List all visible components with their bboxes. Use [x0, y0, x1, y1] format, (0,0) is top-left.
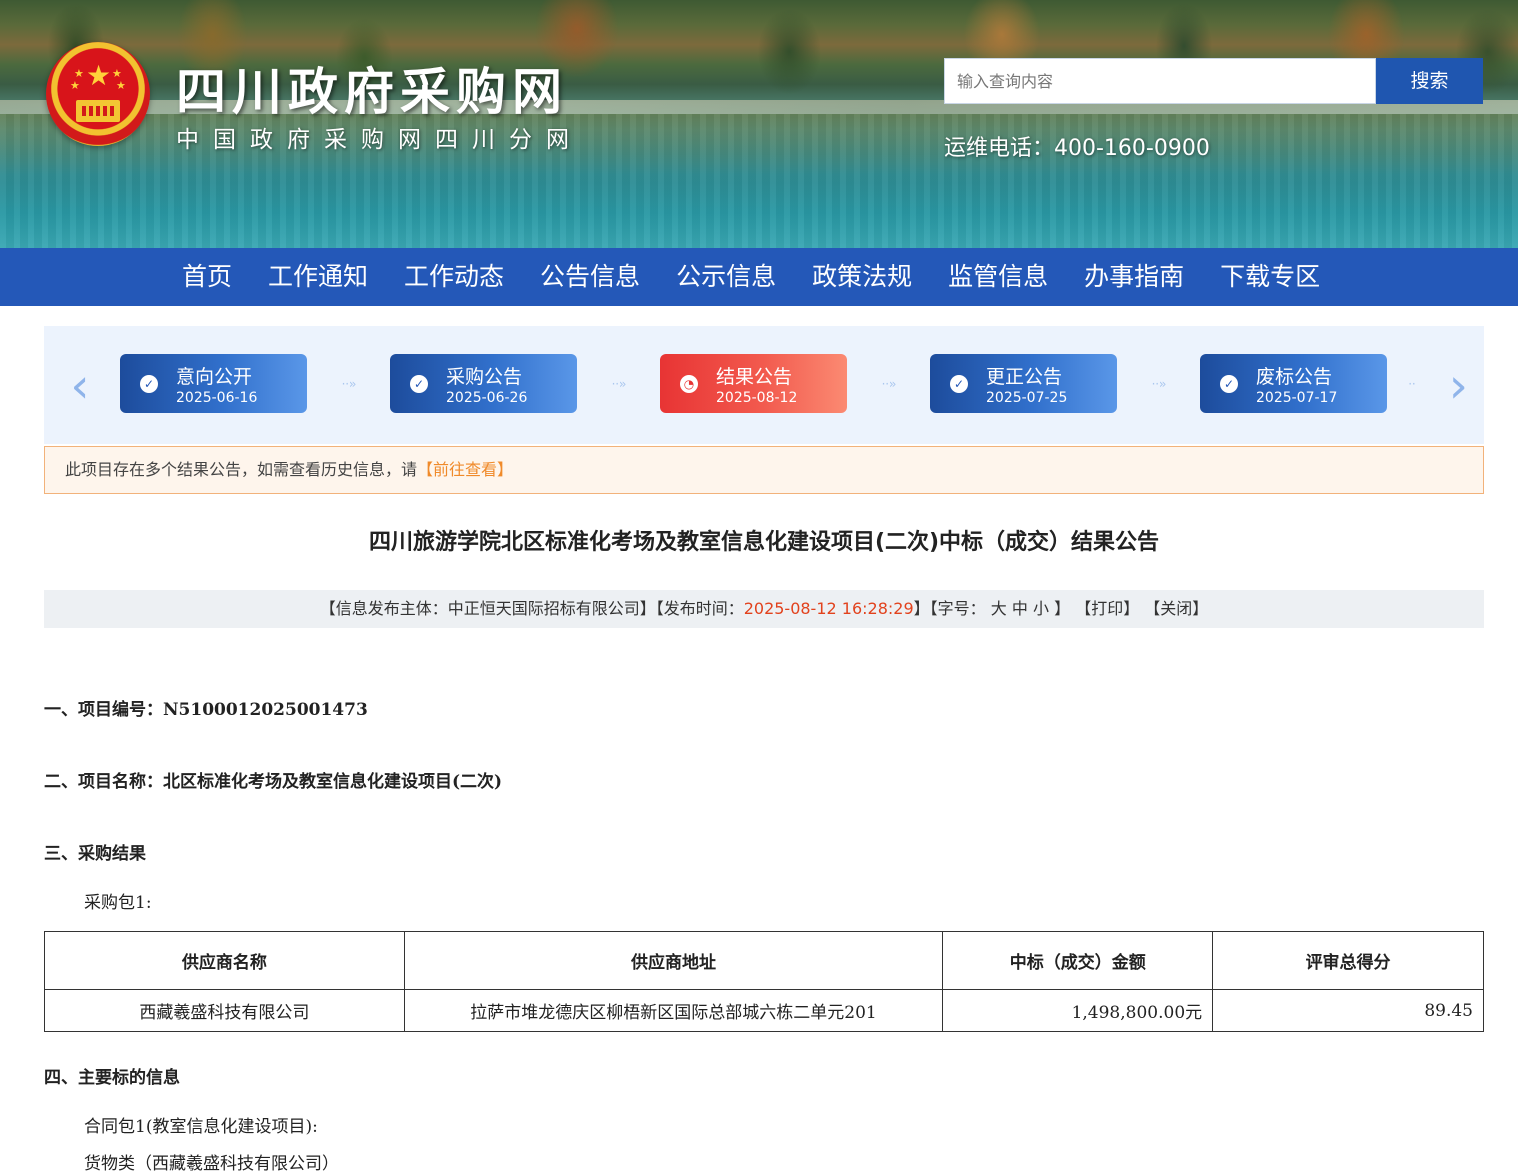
chevron-right-icon[interactable]: › [1428, 356, 1468, 416]
font-size-large-button[interactable]: 大 [991, 599, 1007, 618]
double-chevron-icon: · · ›› [881, 377, 897, 391]
nav-item-policies[interactable]: 政策法规 [794, 248, 930, 306]
step-title: 更正公告 [986, 366, 1063, 388]
site-subtitle: 中国政府采购网四川分网 [176, 127, 583, 153]
hotline-text: 运维电话：400-160-0900 [944, 136, 1210, 161]
step-date: 2025-06-26 [446, 390, 528, 406]
national-emblem-icon: ★ ★ ★ ★ ★ [46, 42, 150, 146]
step-date: 2025-06-16 [176, 390, 258, 406]
supplier-address-cell: 拉萨市堆龙德庆区柳梧新区国际总部城六栋二单元201 [403, 989, 944, 1032]
notice-text: 此项目存在多个结果公告，如需查看历史信息，请 [65, 460, 418, 479]
font-size-small-button[interactable]: 小 [1033, 599, 1049, 618]
dotted-connector-icon: · · [1408, 377, 1415, 391]
main-nav: 首页 工作通知 工作动态 公告信息 公示信息 政策法规 监管信息 办事指南 下载… [0, 248, 1518, 306]
step-date: 2025-07-17 [1256, 390, 1338, 406]
view-history-link[interactable]: 【前往查看】 [417, 460, 513, 479]
publish-time: 2025-08-12 16:28:29 [743, 599, 914, 618]
nav-item-downloads[interactable]: 下载专区 [1202, 248, 1338, 306]
emblem-star-icon: ★ [74, 67, 84, 80]
emblem-star-icon: ★ [112, 67, 122, 80]
result-table: 供应商名称 供应商地址 中标（成交）金额 评审总得分 西藏羲盛科技有限公司 拉萨… [44, 931, 1484, 1032]
double-chevron-icon: · · ›› [1151, 377, 1167, 391]
double-chevron-icon: · · ›› [341, 377, 357, 391]
column-header: 供应商地址 [403, 931, 944, 990]
step-correction-announcement[interactable]: ✓ 更正公告 2025-07-25 [930, 354, 1117, 413]
step-title: 废标公告 [1256, 366, 1333, 388]
score-cell: 89.45 [1212, 989, 1484, 1032]
step-title: 意向公开 [176, 366, 253, 388]
search-input[interactable] [944, 58, 1376, 104]
check-circle-icon: ✓ [1220, 375, 1238, 393]
table-header-row: 供应商名称 供应商地址 中标（成交）金额 评审总得分 [44, 931, 1484, 990]
publisher-info: 【信息发布主体：中正恒天国际招标有限公司】【发布时间： [319, 599, 744, 618]
section-project-name: 二、项目名称：北区标准化考场及教室信息化建设项目(二次) [44, 772, 503, 792]
emblem-star-icon: ★ [70, 79, 80, 92]
nav-item-guide[interactable]: 办事指南 [1066, 248, 1202, 306]
print-button[interactable]: 【打印】 [1075, 599, 1139, 618]
goods-category-label: 货物类（西藏羲盛科技有限公司） [84, 1154, 339, 1173]
column-header: 供应商名称 [44, 931, 405, 990]
nav-item-work-notice[interactable]: 工作通知 [250, 248, 386, 306]
site-title[interactable]: 四川政府采购网 [176, 52, 568, 124]
font-size-medium-button[interactable]: 中 [1012, 599, 1028, 618]
history-notice: 此项目存在多个结果公告，如需查看历史信息，请【前往查看】 [44, 446, 1484, 494]
check-circle-icon: ✓ [410, 375, 428, 393]
font-size-suffix: 】 [1054, 599, 1071, 618]
bid-amount-cell: 1,498,800.00元 [942, 989, 1214, 1032]
clock-icon: ◔ [680, 375, 698, 393]
step-title: 采购公告 [446, 366, 523, 388]
nav-item-supervision[interactable]: 监管信息 [930, 248, 1066, 306]
contract-package-label: 合同包1(教室信息化建设项目): [84, 1117, 318, 1137]
close-button[interactable]: 【关闭】 [1144, 599, 1208, 618]
nav-item-home[interactable]: 首页 [164, 248, 250, 306]
emblem-star-icon: ★ [86, 59, 112, 92]
nav-item-work-news[interactable]: 工作动态 [386, 248, 522, 306]
nav-item-announcements[interactable]: 公告信息 [522, 248, 658, 306]
table-row: 西藏羲盛科技有限公司 拉萨市堆龙德庆区柳梧新区国际总部城六栋二单元201 1,4… [44, 989, 1484, 1032]
step-intent-disclosure[interactable]: ✓ 意向公开 2025-06-16 [120, 354, 307, 413]
step-cancellation-announcement[interactable]: ✓ 废标公告 2025-07-17 [1200, 354, 1387, 413]
header-banner: ★ ★ ★ ★ ★ 四川政府采购网 中国政府采购网四川分网 搜索 运维电话：40… [0, 0, 1518, 248]
process-steps: ‹ ✓ 意向公开 2025-06-16 · · ›› ✓ 采购公告 2025-0… [44, 326, 1484, 444]
check-circle-icon: ✓ [140, 375, 158, 393]
double-chevron-icon: · · ›› [611, 377, 627, 391]
emblem-gate-icon [76, 100, 120, 122]
emblem-star-icon: ★ [116, 79, 126, 92]
column-header: 中标（成交）金额 [942, 931, 1214, 990]
check-circle-icon: ✓ [950, 375, 968, 393]
step-date: 2025-07-25 [986, 390, 1068, 406]
search-button[interactable]: 搜索 [1376, 58, 1483, 104]
column-header: 评审总得分 [1212, 931, 1484, 990]
font-size-label: 】【字号： [913, 599, 986, 618]
article-meta-bar: 【信息发布主体：中正恒天国际招标有限公司】【发布时间：2025-08-12 16… [44, 590, 1484, 628]
section-project-number: 一、项目编号：N5100012025001473 [44, 700, 368, 720]
page-title: 四川旅游学院北区标准化考场及教室信息化建设项目(二次)中标（成交）结果公告 [368, 530, 1160, 555]
step-result-announcement[interactable]: ◔ 结果公告 2025-08-12 [660, 354, 847, 413]
section-procurement-result: 三、采购结果 [44, 844, 146, 864]
chevron-left-icon[interactable]: ‹ [60, 356, 100, 416]
nav-item-publicity[interactable]: 公示信息 [658, 248, 794, 306]
supplier-name-cell: 西藏羲盛科技有限公司 [44, 989, 405, 1032]
step-date: 2025-08-12 [716, 390, 798, 406]
step-title: 结果公告 [716, 366, 793, 388]
section-main-subject: 四、主要标的信息 [44, 1068, 180, 1088]
step-procurement-announcement[interactable]: ✓ 采购公告 2025-06-26 [390, 354, 577, 413]
package-label: 采购包1: [84, 893, 152, 913]
